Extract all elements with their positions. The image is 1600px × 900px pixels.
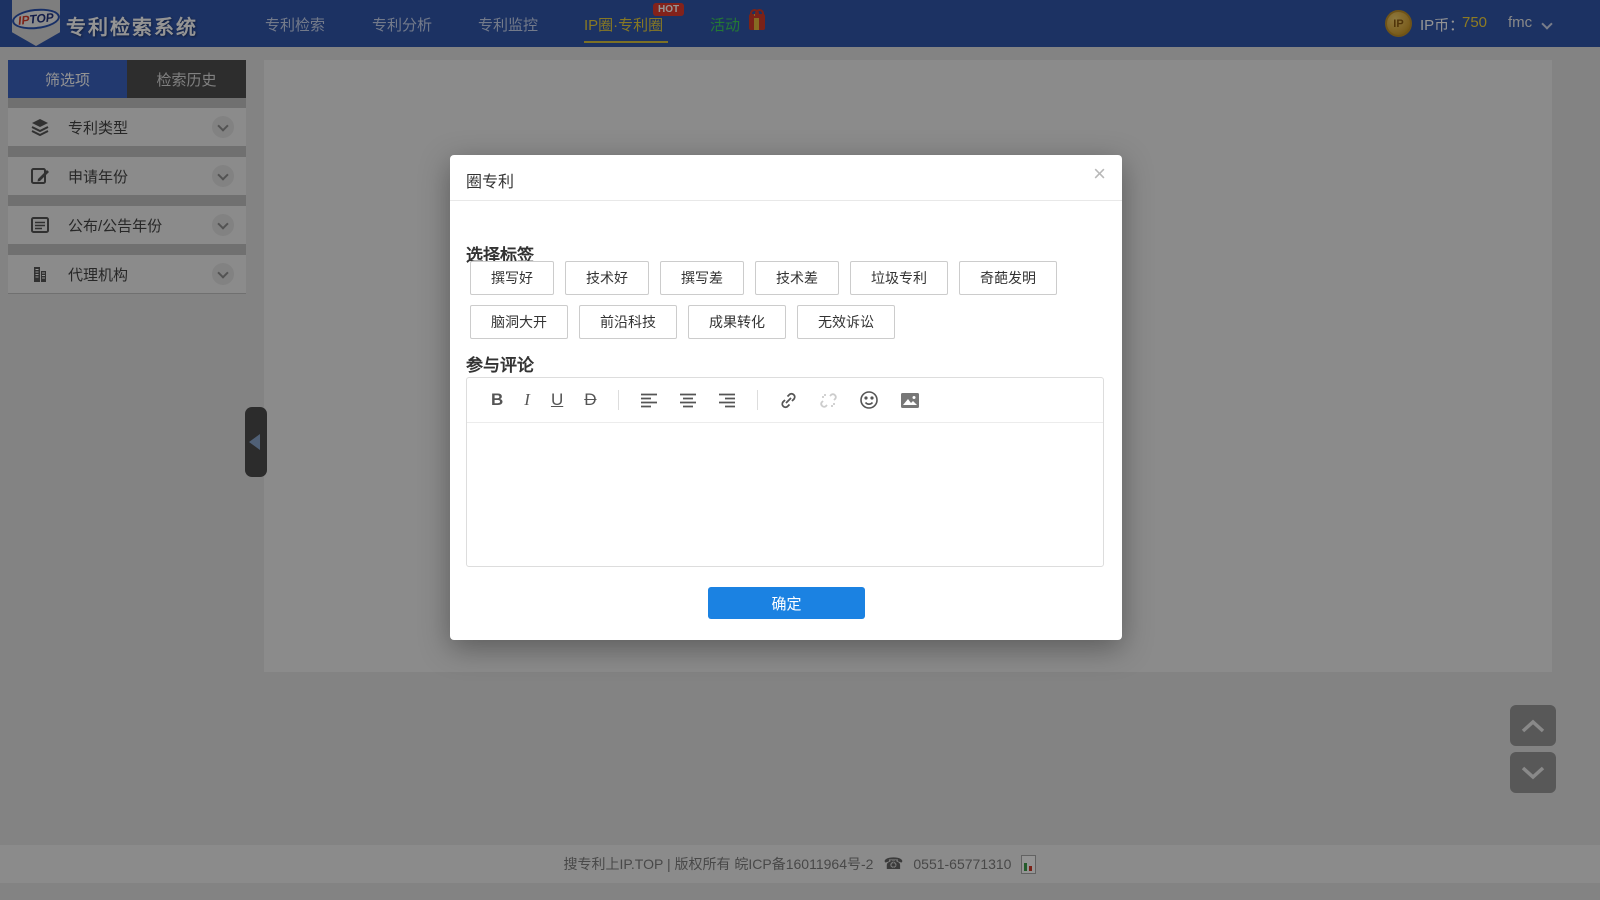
page: IPTOP 专利检索系统 专利检索 专利分析 专利监控 IP圈·专利圈 HOT … xyxy=(0,0,1600,900)
editor-toolbar: B I U D xyxy=(467,378,1103,423)
unlink-icon[interactable] xyxy=(819,391,838,410)
modal-tag-poorly-written[interactable]: 撰写差 xyxy=(660,261,744,295)
close-icon[interactable]: × xyxy=(1093,163,1106,185)
circle-patent-modal: 圈专利 × 选择标签 撰写好 技术好 撰写差 技术差 垃圾专利 奇葩发明 脑洞大… xyxy=(450,155,1122,640)
modal-tag-poor-tech[interactable]: 技术差 xyxy=(755,261,839,295)
bold-icon[interactable]: B xyxy=(491,390,503,410)
divider xyxy=(450,200,1122,201)
divider xyxy=(618,390,619,410)
comment-editor-area[interactable] xyxy=(467,423,1103,566)
modal-tag-list: 撰写好 技术好 撰写差 技术差 垃圾专利 奇葩发明 脑洞大开 前沿科技 成果转化… xyxy=(470,261,1112,339)
image-icon[interactable] xyxy=(900,392,920,409)
modal-title: 圈专利 xyxy=(466,168,514,192)
align-right-icon[interactable] xyxy=(718,393,736,408)
strikethrough-icon[interactable]: D xyxy=(584,390,596,410)
modal-tag-good-tech[interactable]: 技术好 xyxy=(565,261,649,295)
modal-tag-odd-invention[interactable]: 奇葩发明 xyxy=(959,261,1057,295)
align-center-icon[interactable] xyxy=(679,393,697,408)
modal-tag-frontier-tech[interactable]: 前沿科技 xyxy=(579,305,677,339)
modal-tag-achievement-transfer[interactable]: 成果转化 xyxy=(688,305,786,339)
modal-tag-junk-patent[interactable]: 垃圾专利 xyxy=(850,261,948,295)
link-icon[interactable] xyxy=(779,391,798,410)
modal-tag-well-written[interactable]: 撰写好 xyxy=(470,261,554,295)
emoji-icon[interactable] xyxy=(859,390,879,410)
confirm-button[interactable]: 确定 xyxy=(708,587,865,619)
divider xyxy=(757,390,758,410)
underline-icon[interactable]: U xyxy=(551,390,563,410)
modal-tag-invalid-litigation[interactable]: 无效诉讼 xyxy=(797,305,895,339)
align-left-icon[interactable] xyxy=(640,393,658,408)
comment-editor: B I U D xyxy=(466,377,1104,567)
modal-tag-mind-blowing[interactable]: 脑洞大开 xyxy=(470,305,568,339)
italic-icon[interactable]: I xyxy=(524,390,530,410)
comment-heading: 参与评论 xyxy=(466,351,534,376)
